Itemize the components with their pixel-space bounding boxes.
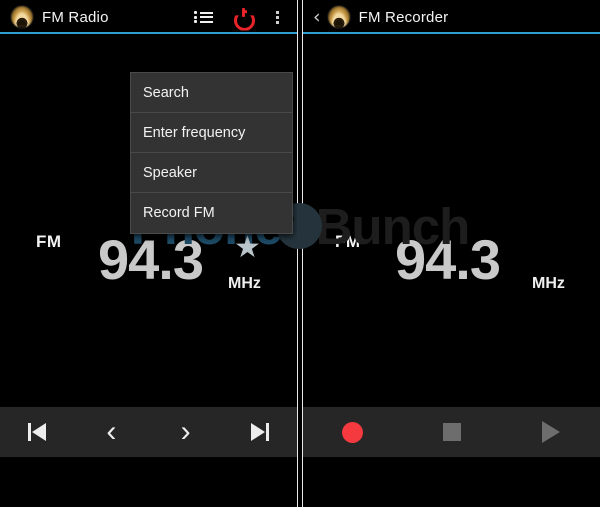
power-toggle-icon — [234, 7, 255, 31]
next-station-button[interactable]: › — [161, 410, 211, 454]
page-title: FM Recorder — [358, 8, 449, 26]
fm-recorder-screen: ‹ FM Recorder FM 94.3 MHz — [303, 0, 600, 507]
previous-station-button[interactable]: ‹ — [86, 410, 136, 454]
back-chevron-icon[interactable]: ‹ — [313, 7, 321, 27]
station-list-icon — [194, 10, 220, 25]
fm-recorder-control-bar — [303, 407, 600, 457]
overflow-menu-icon — [267, 10, 287, 24]
dual-screenshot-container: FM Radio FM 94.3 ★ MHz Search Enter freq… — [0, 0, 600, 507]
star-icon[interactable]: ★ — [234, 233, 261, 263]
record-circle-icon — [342, 421, 363, 443]
skip-next-icon — [250, 423, 269, 441]
stop-square-icon — [442, 423, 461, 441]
frequency-display: FM 94.3 MHz — [303, 210, 600, 293]
overflow-dropdown-menu: Search Enter frequency Speaker Record FM — [130, 72, 293, 234]
menu-item-record-fm[interactable]: Record FM — [131, 193, 292, 233]
fm-radio-screen: FM Radio FM 94.3 ★ MHz Search Enter freq… — [0, 0, 297, 507]
page-title: FM Radio — [42, 8, 109, 26]
skip-previous-icon — [28, 423, 47, 441]
frequency-unit: MHz — [228, 275, 261, 292]
menu-item-enter-frequency[interactable]: Enter frequency — [131, 113, 292, 153]
station-list-button[interactable] — [194, 0, 220, 34]
frequency-unit: MHz — [532, 275, 565, 292]
fm-radio-app-icon — [10, 5, 34, 29]
play-triangle-icon — [541, 421, 560, 443]
fm-recorder-action-bar: ‹ FM Recorder — [303, 0, 600, 34]
fm-radio-body: FM 94.3 ★ MHz Search Enter frequency Spe… — [0, 34, 297, 457]
skip-previous-button[interactable] — [12, 410, 62, 454]
fm-recorder-body: FM 94.3 MHz — [303, 34, 600, 457]
frequency-value: 94.3 — [395, 228, 501, 291]
menu-item-search[interactable]: Search — [131, 73, 292, 113]
fm-radio-action-bar: FM Radio — [0, 0, 297, 34]
band-label: FM — [36, 232, 62, 251]
fm-radio-app-icon — [326, 5, 351, 29]
play-button[interactable] — [526, 410, 576, 454]
chevron-left-icon: ‹ — [106, 415, 117, 448]
skip-next-button[interactable] — [235, 410, 285, 454]
power-toggle-button[interactable] — [220, 0, 267, 34]
overflow-menu-button[interactable] — [267, 0, 291, 34]
stop-button[interactable] — [427, 410, 477, 454]
chevron-right-icon: › — [180, 415, 191, 448]
fm-radio-control-bar: ‹ › — [0, 407, 297, 457]
band-label: FM — [335, 232, 361, 251]
menu-item-speaker[interactable]: Speaker — [131, 153, 292, 193]
frequency-value: 94.3 — [98, 228, 204, 291]
record-button[interactable] — [328, 410, 378, 454]
